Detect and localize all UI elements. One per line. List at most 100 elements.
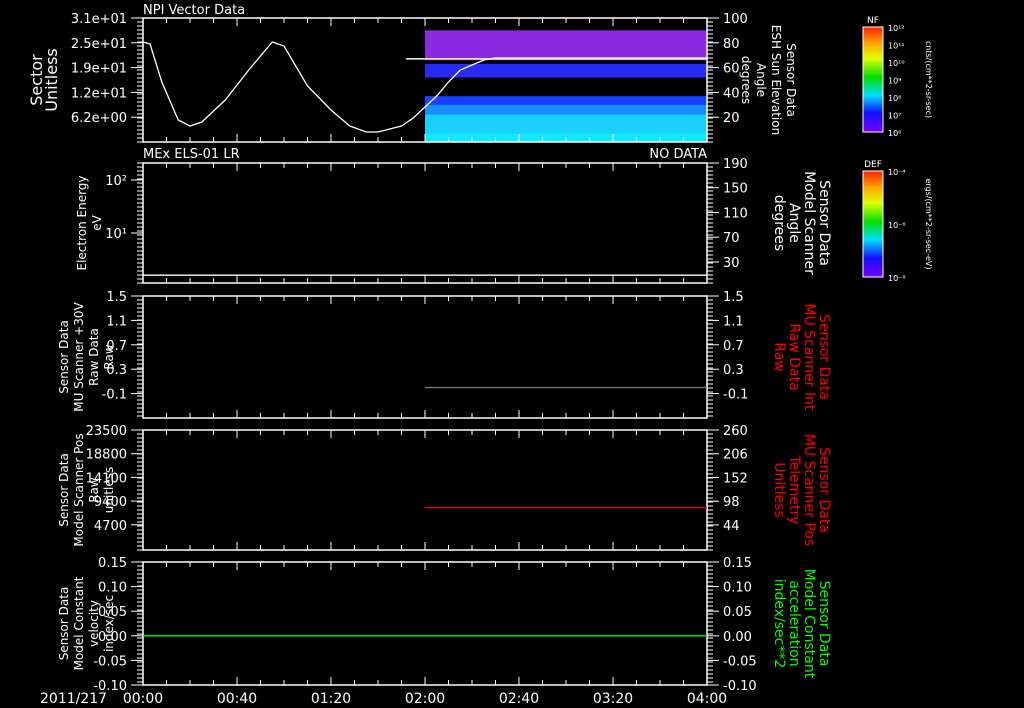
panel-5: -0.10-0.050.000.050.100.15Sensor Data Mod… (57, 556, 832, 694)
colorbar-tick-label: 10¹⁰ (888, 59, 905, 68)
left-axis-label: index/sec (102, 595, 116, 652)
right-axis-label: Unitless (771, 462, 787, 518)
left-tick-label: 10¹ (105, 227, 127, 242)
time-tick-label: 00:00 (123, 691, 163, 707)
heatmap-band (425, 63, 707, 78)
panel-3: -0.1 0.3 0.7 1.1 1.5 Sensor Data MU Scanner +3… (57, 290, 832, 419)
left-axis-label: Raw Data (87, 328, 101, 386)
colorbar-gradient (862, 26, 884, 133)
left-tick-label: 4700 (94, 519, 127, 534)
left-tick-label: 1.5 (106, 290, 127, 305)
time-tick-label: 01:20 (311, 691, 351, 707)
left-tick-label: 1.2e+01 (71, 86, 127, 101)
right-axis-label: Model Scanner (801, 171, 817, 275)
colorbar-title: NF (867, 16, 879, 26)
left-tick-label: 6.2e+00 (71, 111, 127, 126)
left-tick-label: 23500 (86, 424, 127, 439)
colorbar-title: DEF (864, 160, 882, 170)
right-tick-label: -0.10 (723, 679, 757, 694)
right-tick-label: 40 (723, 86, 740, 101)
time-tick-label: 02:40 (499, 691, 539, 707)
panel-1: 6.2e+001.2e+011.9e+012.5e+013.1e+01Secto… (27, 12, 798, 143)
left-tick-label: -0.05 (93, 654, 127, 669)
panel-frame (142, 295, 708, 419)
right-tick-label: 0.7 (723, 339, 744, 354)
left-tick-label: 10² (105, 174, 127, 189)
colorbar-def: DEF 10⁻⁸ 10⁻⁶ 10⁻⁴ ergs/(cm**2-sr-sec-eV) (862, 160, 933, 283)
colorbar-tick-label: 10⁻⁸ (888, 274, 906, 283)
colorbar-gradient (862, 170, 884, 278)
right-axis-label: Raw (771, 342, 787, 371)
heatmap-band (425, 30, 707, 61)
right-tick-label: 30 (723, 256, 740, 271)
colorbar-tick-label: 10¹² (888, 24, 905, 33)
right-tick-label: 206 (723, 448, 748, 463)
panel1-title: NPI Vector Data (143, 3, 245, 18)
right-axis-label: degrees (739, 56, 753, 104)
left-axis-label: Model Scanner Pos (72, 433, 86, 546)
right-tick-label: 260 (723, 424, 748, 439)
right-axis-label: Telemetry (786, 454, 802, 524)
colorbar-tick-label: 10⁷ (888, 112, 901, 121)
panel-frame (142, 429, 708, 551)
panel-2: 10¹ 10² Electron Energy eV 30 70 110 150 190 Sens… (75, 157, 832, 284)
left-tick-label: 1.9e+01 (71, 62, 127, 77)
right-tick-label: -0.1 (723, 388, 748, 403)
right-axis-label: MU Scanner Int (801, 304, 817, 412)
left-tick-label: 0.15 (98, 556, 127, 571)
panel2-no-data-status: NO DATA (649, 147, 707, 162)
right-axis-label: Angle (786, 203, 802, 243)
right-axis-label: ESH Sun Elevation (769, 25, 783, 135)
right-axis-label: Raw Data (786, 323, 802, 390)
left-axis-label: Sensor Data (57, 453, 71, 527)
right-tick-label: 0.15 (723, 556, 752, 571)
right-tick-label: 98 (723, 495, 740, 510)
panel2-title: MEx ELS-01 LR (143, 147, 240, 162)
left-axis-label: Raw (102, 344, 116, 369)
right-tick-label: 0.05 (723, 605, 752, 620)
colorbar-tick-label: 10¹¹ (888, 42, 905, 51)
time-tick-label: 02:00 (405, 691, 445, 707)
left-tick-label: -0.1 (102, 388, 127, 403)
left-axis-label: MU Scanner +30V (72, 302, 86, 412)
right-axis-label: MU Scanner Pos (801, 434, 817, 546)
panel-frame (142, 162, 708, 284)
colorbar-units: cnts/(cm**2-sr-sec) (924, 41, 933, 118)
colorbar-tick-label: 10⁻⁴ (888, 168, 906, 177)
right-axis-label: Sensor Data (784, 43, 798, 117)
left-axis-label: unitless (102, 467, 116, 513)
left-tick-label: 3.1e+01 (71, 12, 127, 27)
left-tick-label: 18800 (86, 448, 127, 463)
right-tick-label: 100 (723, 12, 748, 27)
panel-frame (142, 561, 708, 686)
left-axis-label: Electron Energy (75, 175, 89, 270)
right-tick-label: 0.10 (723, 581, 752, 596)
left-axis-label: Sensor Data (57, 320, 71, 394)
right-tick-label: 150 (723, 182, 748, 197)
colorbar-units: ergs/(cm**2-sr-sec-eV) (924, 178, 933, 269)
left-axis-label: Unitless (42, 48, 61, 112)
panel-4: 47009400141001880023500Sensor Data Model … (57, 424, 832, 551)
right-axis-label: Sensor Data (816, 447, 832, 533)
left-axis-label: velocity (87, 600, 101, 647)
colorbar-tick-label: 10⁹ (888, 77, 901, 86)
right-tick-label: 60 (723, 62, 740, 77)
left-tick-label: 0.10 (98, 581, 127, 596)
right-tick-label: 80 (723, 37, 740, 52)
colorbar-tick-label: 10⁸ (888, 94, 901, 103)
left-axis-label: Sensor Data (57, 587, 71, 661)
right-tick-label: 1.5 (723, 290, 744, 305)
left-tick-label: 1.1 (106, 314, 127, 329)
right-tick-label: 1.1 (723, 314, 744, 329)
multi-panel-plot: NPI Vector Data MEx ELS-01 LR NO DATA 20… (27, 3, 933, 707)
left-axis-label: Model Constant (72, 576, 86, 670)
right-axis-label: Sensor Data (816, 180, 832, 266)
left-axis-label: Raw (87, 477, 101, 502)
right-axis-label: acceleration (786, 580, 802, 666)
right-tick-label: 110 (723, 206, 748, 221)
right-tick-label: 0.3 (723, 363, 744, 378)
time-tick-label: 00:40 (217, 691, 257, 707)
left-tick-label: 2.5e+01 (71, 37, 127, 52)
right-tick-label: 20 (723, 111, 740, 126)
time-tick-label: 04:00 (687, 691, 727, 707)
